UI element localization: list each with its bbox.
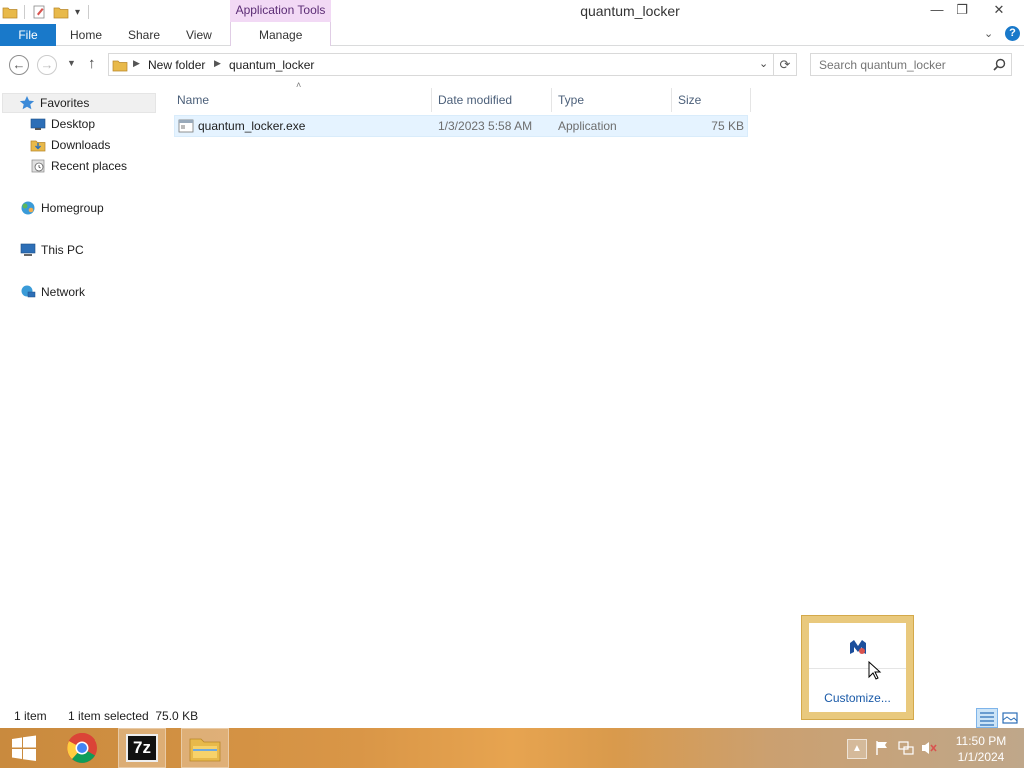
nav-favorites-label: Favorites: [40, 96, 90, 110]
ribbon-tabs: File Home Share View Manage ⌄ ?: [0, 22, 1024, 46]
nav-recent-places[interactable]: Recent places: [30, 156, 127, 176]
breadcrumb-arrow-icon[interactable]: ▶: [133, 58, 140, 69]
customize-link[interactable]: Customize...: [809, 691, 906, 705]
application-tools-tab-group: Application Tools: [230, 0, 331, 22]
close-button[interactable]: ✕: [984, 0, 1014, 22]
volume-muted-icon[interactable]: [921, 740, 937, 756]
breadcrumb-new-folder[interactable]: New folder: [148, 58, 205, 72]
window-title: quantum_locker: [580, 3, 680, 19]
tab-manage[interactable]: Manage: [259, 24, 302, 46]
recent-places-icon: [31, 159, 45, 173]
nav-recent-places-label: Recent places: [51, 159, 128, 173]
status-item-count: 1 item: [14, 709, 47, 723]
column-header-name[interactable]: Name: [171, 88, 432, 112]
file-name: quantum_locker.exe: [198, 119, 306, 133]
clock-time: 11:50 PM: [955, 734, 1007, 748]
start-button[interactable]: [0, 728, 48, 768]
taskbar-chrome[interactable]: [58, 728, 106, 768]
refresh-button[interactable]: ⟳: [774, 53, 797, 76]
large-icons-view-button[interactable]: [999, 708, 1021, 728]
nav-network[interactable]: Network: [20, 282, 85, 302]
system-clock[interactable]: 11:50 PM 1/1/2024: [950, 733, 1012, 765]
tab-file[interactable]: File: [0, 24, 56, 46]
nav-homegroup[interactable]: Homegroup: [20, 198, 104, 218]
customize-qat-icon[interactable]: ▾: [75, 7, 80, 18]
address-bar[interactable]: ▶ New folder ▶ quantum_locker ⌄: [108, 53, 774, 76]
file-type: Application: [558, 119, 617, 133]
details-view-button[interactable]: [976, 708, 998, 728]
file-explorer-icon: [189, 738, 221, 762]
nav-favorites[interactable]: Favorites: [2, 93, 156, 113]
show-hidden-icons-button[interactable]: ▲: [847, 739, 867, 759]
taskbar-7zip[interactable]: 7z: [118, 728, 166, 768]
column-header-size[interactable]: Size: [672, 88, 751, 112]
nav-network-label: Network: [41, 285, 86, 299]
7zip-icon: 7z: [126, 734, 158, 762]
breadcrumb-arrow-icon[interactable]: ▶: [214, 58, 221, 69]
folder-icon: [112, 60, 128, 72]
windows-start-icon: [12, 735, 36, 761]
expand-ribbon-icon[interactable]: ⌄: [984, 27, 993, 40]
star-icon: [19, 96, 35, 110]
malwarebytes-icon[interactable]: [848, 638, 868, 656]
taskbar-file-explorer[interactable]: [181, 728, 229, 768]
tray-overflow-popup: Customize...: [801, 615, 914, 720]
manage-tab-area: Manage: [230, 22, 331, 46]
quick-access-toolbar: ▾: [0, 3, 90, 21]
taskbar: 7z ▲ 11:50 PM 1/1/2024: [0, 728, 1024, 768]
network-status-icon[interactable]: [898, 740, 914, 756]
help-icon[interactable]: ?: [1005, 26, 1020, 41]
search-icon[interactable]: [993, 58, 1006, 71]
downloads-icon: [30, 140, 46, 152]
tab-share[interactable]: Share: [128, 24, 160, 46]
file-size: 75 KB: [711, 119, 744, 133]
tray-overflow-panel: Customize...: [809, 623, 906, 712]
back-button[interactable]: ←: [9, 55, 29, 75]
search-input[interactable]: [811, 54, 981, 75]
desktop-icon: [30, 118, 46, 130]
network-icon: [21, 285, 36, 298]
new-folder-icon[interactable]: [53, 4, 69, 20]
exe-file-icon: [178, 119, 194, 133]
chrome-icon: [67, 732, 97, 763]
navigation-bar: ← → ▼ ↑ ▶ New folder ▶ quantum_locker ⌄ …: [0, 50, 1024, 80]
nav-this-pc-label: This PC: [41, 243, 84, 257]
clock-date: 1/1/2024: [957, 750, 1005, 764]
popup-divider: [809, 668, 906, 669]
recent-locations-icon[interactable]: ▼: [67, 58, 76, 68]
nav-desktop-label: Desktop: [51, 117, 96, 131]
nav-desktop[interactable]: Desktop: [30, 114, 95, 134]
nav-this-pc[interactable]: This PC: [20, 240, 84, 260]
forward-button[interactable]: →: [37, 55, 57, 75]
navigation-pane: Favorites Desktop Downloads Recent place…: [0, 88, 160, 700]
action-center-flag-icon[interactable]: [874, 740, 890, 756]
nav-downloads-label: Downloads: [51, 138, 111, 152]
folder-icon[interactable]: [2, 4, 18, 20]
properties-icon[interactable]: [31, 4, 47, 20]
title-bar: ▾ Application Tools quantum_locker — ❐ ✕: [0, 0, 1024, 24]
mouse-cursor-icon: [868, 661, 882, 680]
file-row[interactable]: quantum_locker.exe 1/3/2023 5:58 AM Appl…: [174, 115, 748, 137]
file-date-modified: 1/3/2023 5:58 AM: [438, 119, 533, 133]
large-icons-view-icon: [1002, 712, 1018, 724]
column-header-type[interactable]: Type: [552, 88, 672, 112]
address-dropdown-icon[interactable]: ⌄: [759, 57, 768, 70]
nav-homegroup-label: Homegroup: [41, 201, 104, 215]
homegroup-icon: [21, 201, 35, 215]
tab-home[interactable]: Home: [70, 24, 102, 46]
up-button[interactable]: ↑: [88, 55, 96, 72]
breadcrumb-quantum-locker[interactable]: quantum_locker: [229, 58, 314, 72]
column-header-date-modified[interactable]: Date modified: [432, 88, 552, 112]
computer-icon: [20, 243, 36, 256]
search-box[interactable]: [810, 53, 1012, 76]
tab-view[interactable]: View: [186, 24, 212, 46]
nav-downloads[interactable]: Downloads: [30, 135, 110, 155]
file-list: ˄ Name Date modified Type Size quantum_l…: [170, 80, 1020, 704]
status-selection: 1 item selected 75.0 KB: [68, 709, 199, 723]
restore-button[interactable]: ❐: [947, 0, 977, 22]
details-view-icon: [980, 712, 994, 726]
